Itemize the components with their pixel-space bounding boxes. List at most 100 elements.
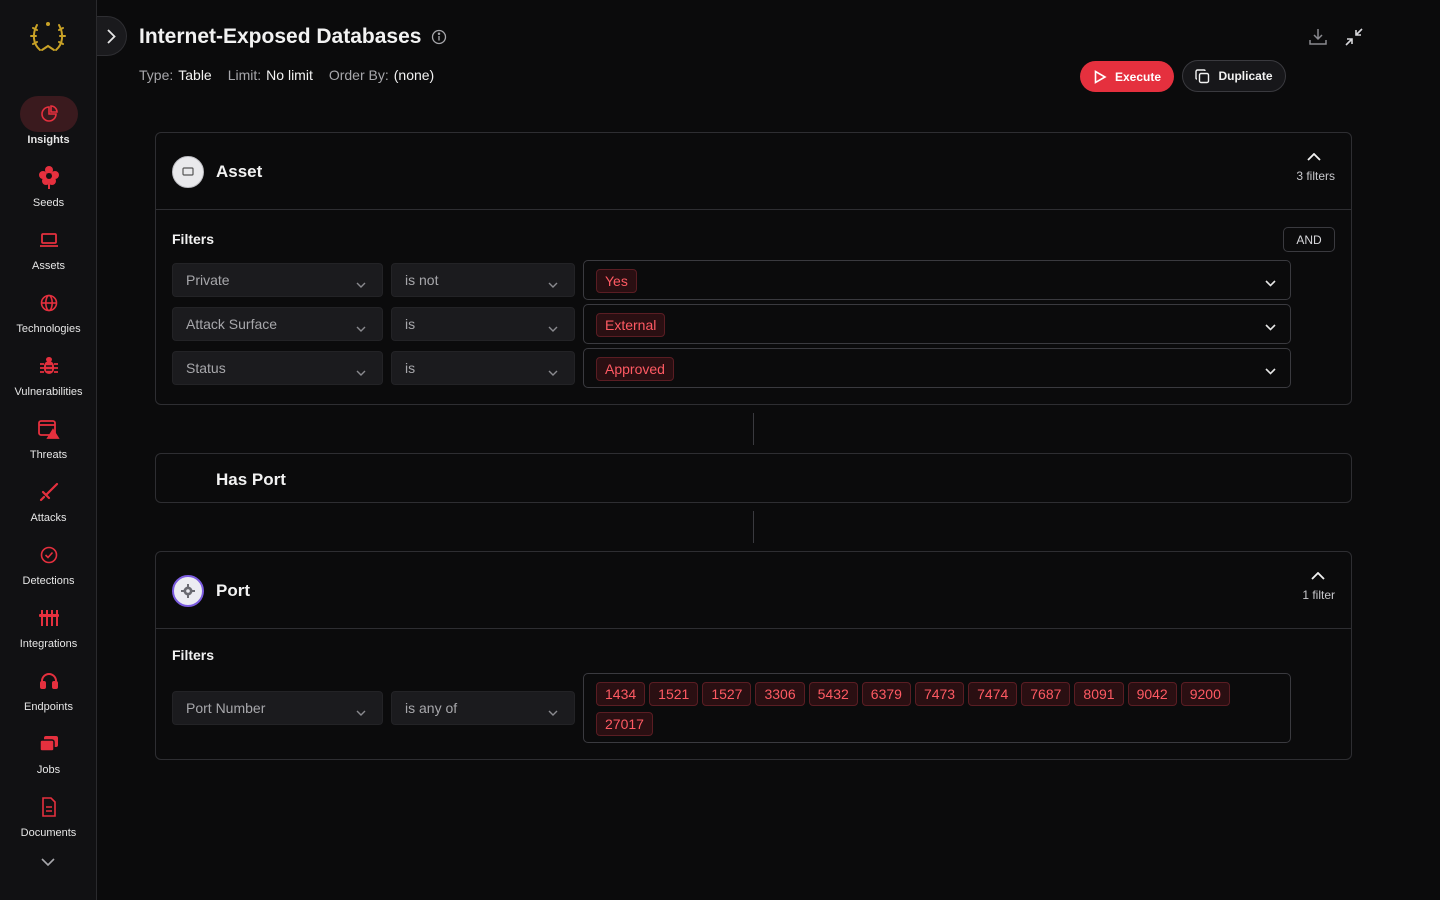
value-tag: Approved [596,357,674,381]
port-tag: 27017 [596,712,653,736]
filter-operator-value: is any of [405,700,458,716]
sidebar-item-attacks[interactable]: Attacks [0,474,97,534]
asset-filter-count: 3 filters [1296,169,1335,183]
port-collapse-toggle[interactable]: 1 filter [1302,572,1335,602]
filter-value-select[interactable]: Yes [583,260,1291,300]
sidebar-item-label: Detections [22,575,75,587]
gear-icon [172,575,204,607]
duplicate-label: Duplicate [1218,69,1273,83]
port-filter-count: 1 filter [1302,588,1335,602]
play-icon [1094,69,1107,84]
flower-icon [20,159,78,195]
laptop-icon [20,222,78,258]
asset-card-title: Asset [216,162,263,181]
sidebar-collapse-button[interactable] [97,16,127,56]
sidebar-item-label: Insights [27,134,70,146]
relation-has-port[interactable]: Has Port [155,453,1352,503]
filter-field-value: Port Number [186,700,266,716]
filter-operator-value: is [405,316,416,332]
port-filters-label: Filters [172,647,215,663]
port-tag: 6379 [861,682,911,706]
port-tag: 7687 [1021,682,1071,706]
chevron-down-icon [356,703,366,719]
minimize-icon[interactable] [1344,27,1364,47]
asset-node-card: Asset 3 filters Filters AND Private is n… [155,132,1352,405]
port-tag: 3306 [755,682,805,706]
info-icon[interactable] [431,29,447,45]
sidebar-item-jobs[interactable]: Jobs [0,726,97,786]
sidebar-item-technologies[interactable]: Technologies [0,285,97,345]
port-tag: 8091 [1074,682,1124,706]
sidebar-item-assets[interactable]: Assets [0,222,97,282]
chevron-up-icon [1296,153,1335,161]
sidebar-item-label: Vulnerabilities [14,386,83,398]
filter-operator-select[interactable]: is [391,307,575,341]
chevron-right-icon [107,28,116,44]
chevron-down-icon [1265,362,1276,380]
port-tag: 1434 [596,682,646,706]
laurel-logo-icon[interactable] [28,16,68,56]
sidebar-item-label: Technologies [16,323,81,335]
relation-title: Has Port [216,470,286,489]
logic-and-button[interactable]: AND [1283,227,1335,252]
filter-field-select[interactable]: Status [172,351,383,385]
sidebar-item-vulnerabilities[interactable]: Vulnerabilities [0,348,97,408]
chevron-up-icon [1302,572,1335,580]
duplicate-button[interactable]: Duplicate [1182,60,1286,92]
sidebar: Insights Seeds Assets Technologies Vulne… [0,0,97,900]
page-title: Internet-Exposed Databases [139,25,447,49]
filter-operator-select[interactable]: is not [391,263,575,297]
filter-field-value: Status [186,360,226,376]
filter-value-select[interactable]: External [583,304,1291,344]
sidebar-item-integrations[interactable]: Integrations [0,600,97,660]
bug-icon [20,348,78,384]
filter-field-select[interactable]: Port Number [172,691,383,725]
filter-value-select[interactable]: Approved [583,348,1291,388]
sidebar-item-documents[interactable]: Documents [0,789,97,849]
sidebar-item-detections[interactable]: Detections [0,537,97,597]
chevron-down-icon [548,319,558,335]
stack-icon [20,726,78,762]
chevron-down-icon [1265,318,1276,336]
sidebar-item-seeds[interactable]: Seeds [0,159,97,219]
chevron-down-icon [356,319,366,335]
filter-field-select[interactable]: Private [172,263,383,297]
alert-window-icon [20,411,78,447]
chevron-down-icon [548,703,558,719]
port-tag: 7473 [914,682,965,706]
filter-operator-select[interactable]: is [391,351,575,385]
filter-field-select[interactable]: Attack Surface [172,307,383,341]
filter-operator-value: is [405,360,416,376]
sidebar-item-label: Documents [20,827,77,839]
filter-operator-select[interactable]: is any of [391,691,575,725]
chevron-down-icon[interactable] [38,852,58,872]
sidebar-item-label: Jobs [36,764,61,776]
port-tag: 1527 [702,682,752,706]
query-meta: Type: Table Limit: No limit Order By: (none… [139,67,434,83]
document-icon [20,789,78,825]
port-tag: 5432 [808,682,858,706]
execute-button[interactable]: Execute [1080,61,1174,92]
node-connector [753,413,754,445]
port-tag: 7474 [968,682,1018,706]
download-icon[interactable] [1308,27,1328,47]
asset-node-icon [172,156,204,188]
filter-field-value: Private [186,272,230,288]
sword-icon [20,474,78,510]
sidebar-item-label: Assets [31,260,65,272]
sidebar-item-insights[interactable]: Insights [0,96,97,156]
port-values-select[interactable]: 1434 1521 1527 3306 5432 6379 7473 7474 7687 8091… [583,673,1291,743]
asset-collapse-toggle[interactable]: 3 filters [1296,153,1335,183]
meta-type: Type: Table [139,67,212,83]
filter-field-value: Attack Surface [186,316,278,332]
meta-order-by: Order By: (none) [328,67,435,83]
port-card-header: Port 1 filter [156,552,1351,629]
filter-operator-value: is not [405,272,439,288]
sidebar-item-threats[interactable]: Threats [0,411,97,471]
sidebar-item-label: Seeds [32,197,65,209]
meta-limit: Limit: No limit [227,67,313,83]
sidebar-item-endpoints[interactable]: Endpoints [0,663,97,723]
value-tag: External [596,313,666,337]
chevron-down-icon [356,363,366,379]
globe-icon [20,285,78,321]
